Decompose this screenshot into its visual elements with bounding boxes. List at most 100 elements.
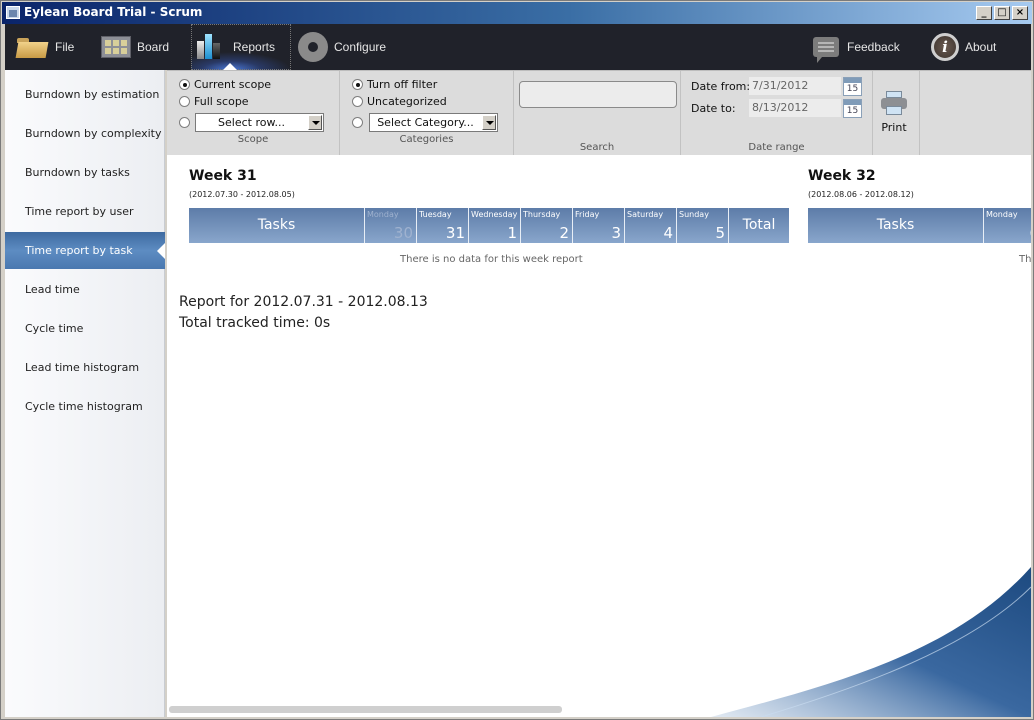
- date-to-input[interactable]: 8/13/2012: [749, 99, 841, 117]
- week-header: Tasks Monday 30 Tuesday 31 Wednesday 1 T…: [189, 208, 789, 243]
- nav-configure[interactable]: Configure: [298, 24, 386, 70]
- bar-chart-icon: [195, 33, 223, 61]
- sidebar-item-burndown-complexity[interactable]: Burndown by complexity: [5, 115, 165, 152]
- app-icon: [6, 6, 20, 19]
- week-title: Week 31: [189, 168, 257, 184]
- nav-board-label: Board: [137, 40, 170, 54]
- chevron-down-icon: [308, 115, 322, 130]
- total-column-header: Total: [742, 217, 776, 233]
- nav-configure-label: Configure: [334, 40, 387, 54]
- scope-full-option[interactable]: Full scope: [179, 95, 249, 108]
- nav-feedback[interactable]: Feedback: [813, 24, 900, 70]
- report-sidebar: Burndown by estimation Burndown by compl…: [5, 70, 165, 717]
- print-button[interactable]: Print: [873, 71, 915, 156]
- scope-row-radio[interactable]: [179, 117, 190, 128]
- day-column-header: Monday 6: [984, 208, 1031, 243]
- folder-icon: [17, 36, 47, 58]
- nav-about-label: About: [965, 40, 997, 54]
- date-from-input[interactable]: 7/31/2012: [749, 77, 841, 95]
- nav-about[interactable]: i About: [931, 24, 996, 70]
- chevron-down-icon: [482, 115, 496, 130]
- title-bar: Eylean Board Trial - Scrum _ □ ×: [2, 2, 1032, 24]
- print-group: Print: [873, 71, 920, 156]
- background-swoosh: [711, 567, 1031, 717]
- maximize-button[interactable]: □: [994, 6, 1010, 20]
- window-title: Eylean Board Trial - Scrum: [24, 5, 203, 19]
- scope-current-label: Current scope: [194, 78, 272, 91]
- report-toolbar: Current scope Full scope Select row... S…: [167, 70, 1031, 156]
- week-range: (2012.07.30 - 2012.08.05): [189, 190, 295, 199]
- calendar-icon[interactable]: 15: [843, 99, 862, 118]
- scope-group: Current scope Full scope Select row... S…: [167, 71, 340, 156]
- select-row-dropdown[interactable]: Select row...: [195, 113, 324, 132]
- category-select-radio[interactable]: [352, 117, 363, 128]
- nav-feedback-label: Feedback: [847, 40, 900, 54]
- date-from-label: Date from:: [691, 80, 751, 93]
- day-column-header: Thursday 2: [521, 208, 573, 243]
- select-category-dropdown[interactable]: Select Category...: [369, 113, 498, 132]
- scope-current-option[interactable]: Current scope: [179, 78, 271, 91]
- report-period: Report for 2012.07.31 - 2012.08.13: [179, 294, 428, 310]
- sidebar-item-lead-time-histogram[interactable]: Lead time histogram: [5, 349, 165, 386]
- sidebar-item-burndown-tasks[interactable]: Burndown by tasks: [5, 154, 165, 191]
- categories-group-label: Categories: [399, 134, 454, 145]
- day-column-header: Sunday 5: [677, 208, 729, 243]
- nav-file[interactable]: File: [17, 24, 74, 70]
- tasks-column-header: Tasks: [808, 208, 984, 243]
- week-header: Tasks Monday 6: [808, 208, 1031, 243]
- no-data-message: Th: [1019, 254, 1031, 265]
- sidebar-item-cycle-time[interactable]: Cycle time: [5, 310, 165, 347]
- info-icon: i: [931, 33, 959, 61]
- date-range-group-label: Date range: [748, 142, 805, 153]
- calendar-icon[interactable]: 15: [843, 77, 862, 96]
- category-filter-off-radio[interactable]: [352, 79, 363, 90]
- app-window: Eylean Board Trial - Scrum _ □ × File Bo…: [0, 0, 1034, 720]
- week-title: Week 32: [808, 168, 876, 184]
- nav-reports-label: Reports: [233, 40, 276, 54]
- nav-file-label: File: [55, 40, 75, 54]
- search-group: Search: [514, 71, 681, 156]
- day-column-header: Wednesday 1: [469, 208, 521, 243]
- select-row-text: Select row...: [218, 116, 285, 129]
- day-column-header: Tuesday 31: [417, 208, 469, 243]
- category-select-option[interactable]: [352, 117, 367, 128]
- board-icon: [101, 36, 131, 58]
- scope-group-label: Scope: [237, 134, 269, 145]
- sidebar-item-cycle-time-histogram[interactable]: Cycle time histogram: [5, 388, 165, 425]
- tasks-column-header: Tasks: [189, 208, 365, 243]
- close-button[interactable]: ×: [1012, 6, 1028, 20]
- no-data-message: There is no data for this week report: [400, 254, 583, 265]
- scope-full-radio[interactable]: [179, 96, 190, 107]
- select-category-text: Select Category...: [377, 116, 474, 129]
- scope-current-radio[interactable]: [179, 79, 190, 90]
- printer-icon: [881, 91, 907, 117]
- date-range-group: Date from: 7/31/2012 15 Date to: 8/13/20…: [681, 71, 873, 156]
- gear-icon: [298, 32, 328, 62]
- date-to-label: Date to:: [691, 102, 736, 115]
- horizontal-scrollbar[interactable]: [169, 706, 562, 713]
- scope-full-label: Full scope: [194, 95, 249, 108]
- sidebar-item-burndown-estimation[interactable]: Burndown by estimation: [5, 76, 165, 113]
- sidebar-item-lead-time[interactable]: Lead time: [5, 271, 165, 308]
- category-uncategorized-radio[interactable]: [352, 96, 363, 107]
- day-column-header: Saturday 4: [625, 208, 677, 243]
- scope-row-option[interactable]: [179, 117, 194, 128]
- nav-reports[interactable]: Reports: [191, 24, 291, 70]
- sidebar-item-time-report-user[interactable]: Time report by user: [5, 193, 165, 230]
- nav-board[interactable]: Board: [101, 24, 169, 70]
- minimize-button[interactable]: _: [976, 6, 992, 20]
- day-column-header: Friday 3: [573, 208, 625, 243]
- category-filter-off-label: Turn off filter: [367, 78, 438, 91]
- speech-bubble-icon: [813, 37, 839, 63]
- categories-group: Turn off filter Uncategorized Select Cat…: [340, 71, 514, 156]
- print-label: Print: [881, 121, 907, 134]
- search-input[interactable]: [519, 81, 677, 108]
- week-range: (2012.08.06 - 2012.08.12): [808, 190, 914, 199]
- report-total-time: Total tracked time: 0s: [179, 315, 331, 331]
- category-filter-off-option[interactable]: Turn off filter: [352, 78, 437, 91]
- sidebar-item-time-report-task[interactable]: Time report by task: [5, 232, 165, 269]
- search-group-label: Search: [579, 142, 615, 153]
- main-nav: File Board Reports Configure Feedback i …: [5, 24, 1031, 70]
- category-uncategorized-label: Uncategorized: [367, 95, 447, 108]
- category-uncategorized-option[interactable]: Uncategorized: [352, 95, 447, 108]
